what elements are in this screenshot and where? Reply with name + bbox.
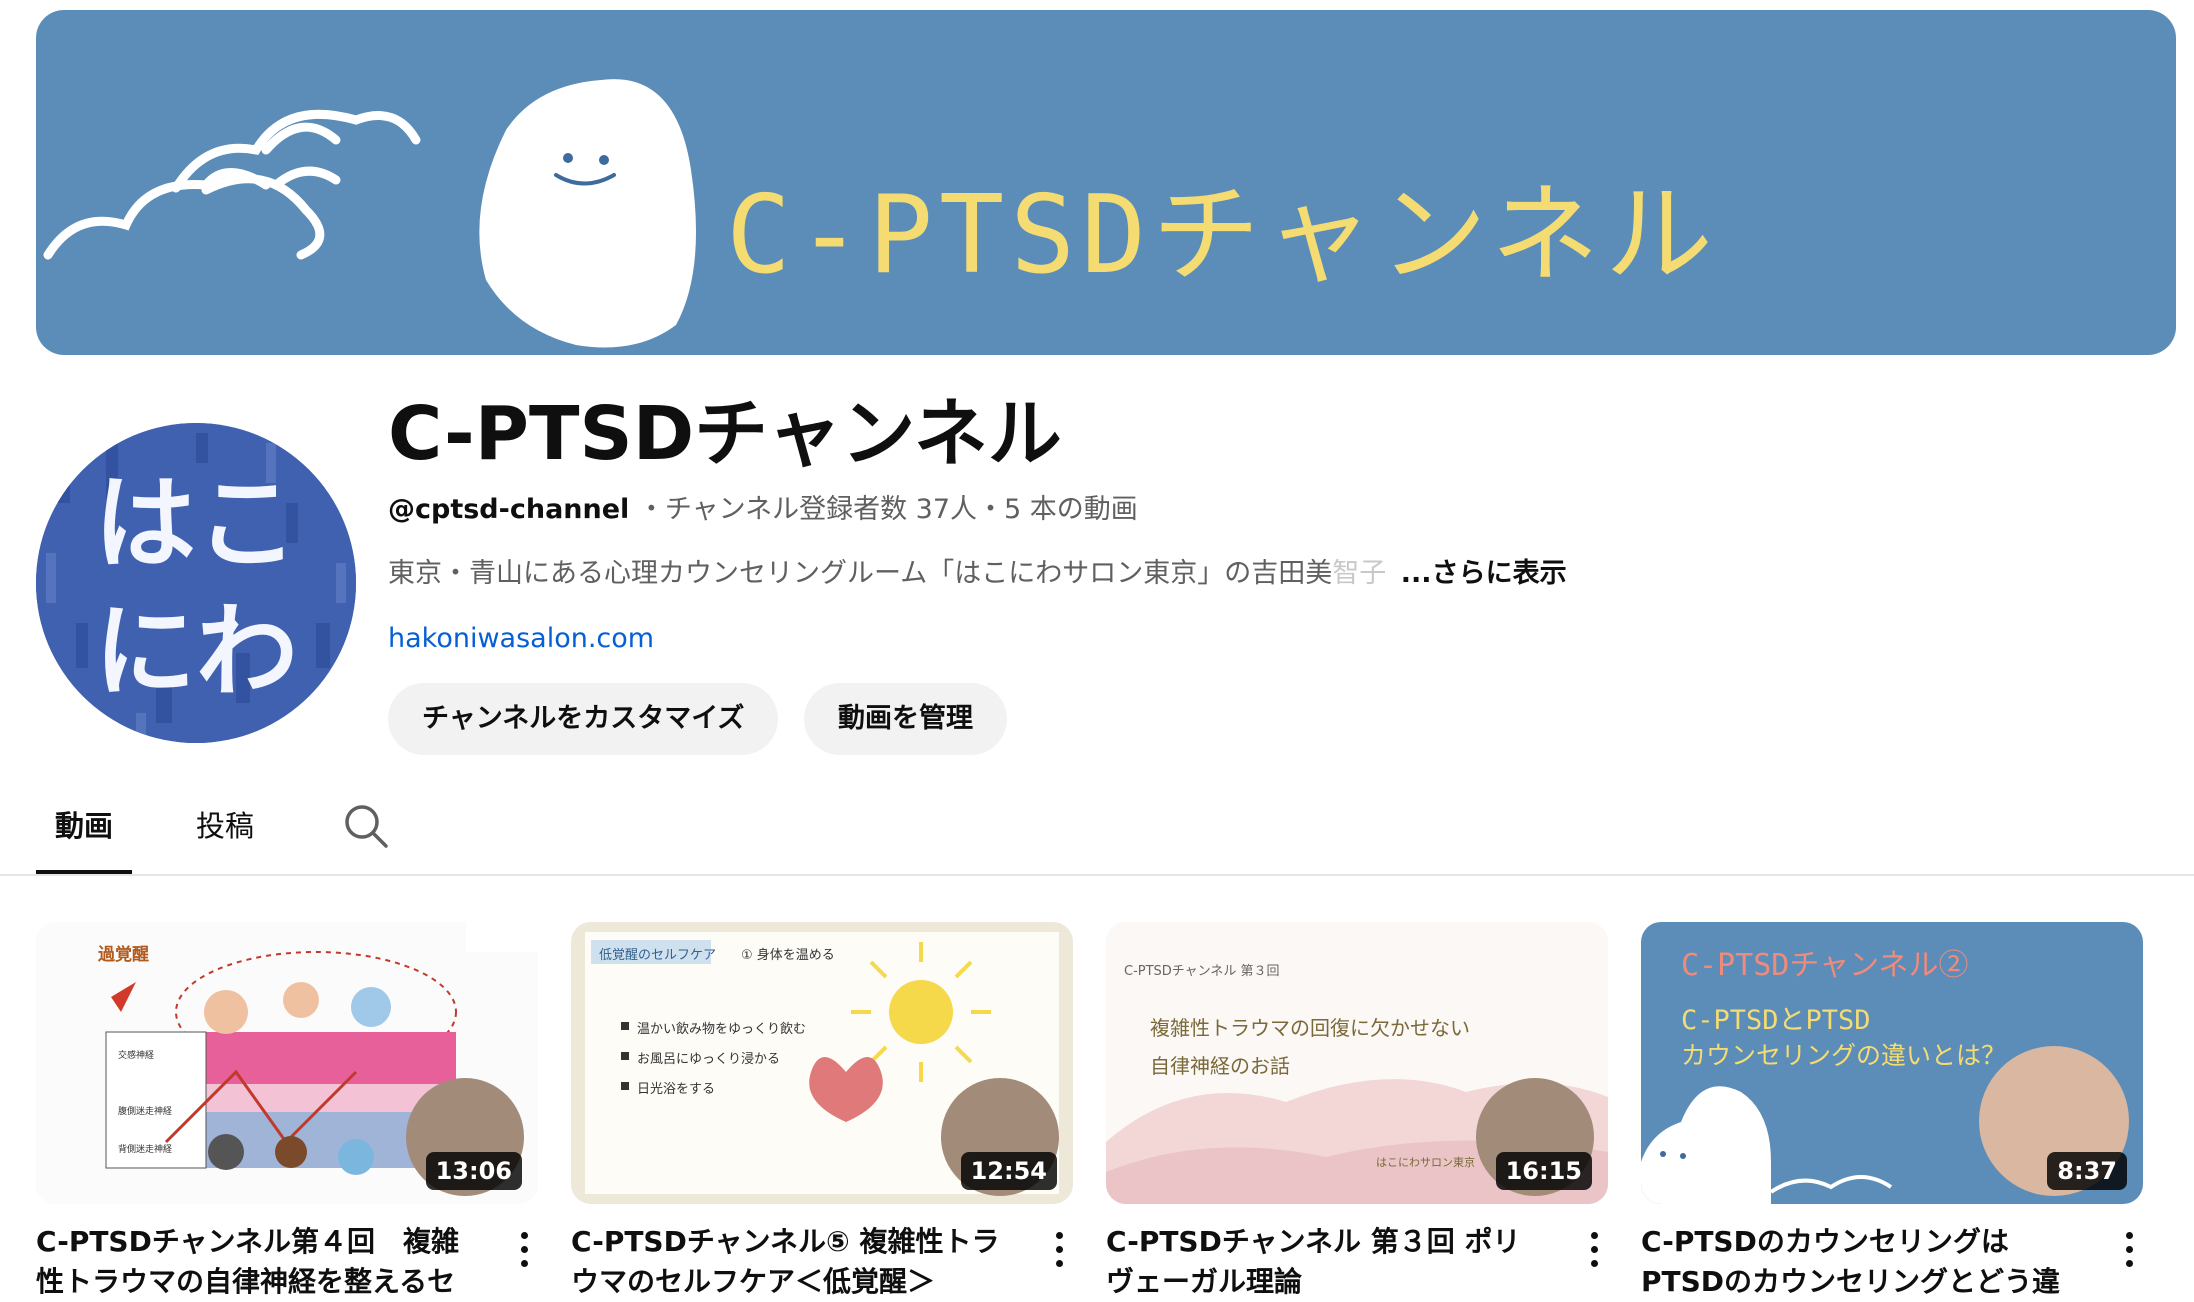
video-card[interactable]: 過覚醒 交感神経 腹側迷走神経 背側迷走神経 13:06 C-PTSDチャンネル… <box>36 922 538 1298</box>
video-duration: 12:54 <box>960 1152 1057 1190</box>
thumb-text: 腹側迷走神経 <box>118 1107 173 1117</box>
channel-name: C-PTSDチャンネル <box>388 391 1062 477</box>
thumb-text: 交感神経 <box>118 1051 155 1061</box>
banner-title: C-PTSDチャンネル <box>726 173 1719 298</box>
manage-videos-button[interactable]: 動画を管理 <box>804 683 1007 755</box>
thumb-text: 自律神経のお話 <box>1150 1054 1290 1078</box>
tab-videos[interactable]: 動画 <box>36 790 132 874</box>
thumb-text: C-PTSDとPTSD <box>1681 1005 1871 1036</box>
video-title[interactable]: C-PTSDチャンネル 第３回 ポリヴェーガル理論 <box>1106 1222 1546 1302</box>
video-duration: 16:15 <box>1495 1152 1592 1190</box>
video-card[interactable]: C-PTSDチャンネル② C-PTSDとPTSD カウンセリングの違いとは？ 8… <box>1641 922 2143 1298</box>
thumb-text: 低覚醒のセルフケア <box>599 948 717 963</box>
tabs-divider <box>0 874 2194 876</box>
customize-channel-button[interactable]: チャンネルをカスタマイズ <box>388 683 779 755</box>
thumb-text: 日光浴をする <box>637 1082 716 1097</box>
tab-posts[interactable]: 投稿 <box>196 790 254 874</box>
channel-link[interactable]: hakoniwasalon.com <box>388 621 654 657</box>
thumb-text: 温かい飲み物をゆっくり飲む <box>637 1022 807 1037</box>
thumb-text: ① 身体を温める <box>741 948 835 963</box>
avatar-line-1: はこ <box>94 465 298 584</box>
video-card[interactable]: 低覚醒のセルフケア ① 身体を温める 温かい飲み物をゆっくり飲む お風呂にゆっく… <box>571 922 1073 1298</box>
more-options-icon[interactable] <box>2115 1228 2143 1272</box>
show-more-link[interactable]: ...さらに表示 <box>1401 558 1567 589</box>
description-text: 東京・青山にある心理カウンセリングルーム「はこにわサロン東京」の吉田美 <box>388 558 1333 589</box>
more-options-icon[interactable] <box>1580 1228 1608 1272</box>
thumb-text: 背側迷走神経 <box>118 1145 173 1155</box>
video-title[interactable]: C-PTSDチャンネル第４回 複雑性トラウマの自律神経を整えるセル… <box>36 1222 476 1302</box>
video-duration: 8:37 <box>2047 1152 2127 1190</box>
video-thumbnail[interactable]: 低覚醒のセルフケア ① 身体を温める 温かい飲み物をゆっくり飲む お風呂にゆっく… <box>571 922 1073 1204</box>
avatar-text: はこ にわ <box>36 461 356 717</box>
channel-meta: @cptsd-channel ・チャンネル登録者数 37人・5 本の動画 <box>388 492 1138 528</box>
thumb-text: 複雑性トラウマの回復に欠かせない <box>1150 1016 1470 1040</box>
channel-avatar[interactable]: はこ にわ <box>36 423 356 743</box>
thumb-text: お風呂にゆっくり浸かる <box>637 1052 781 1067</box>
video-thumbnail[interactable]: 過覚醒 交感神経 腹側迷走神経 背側迷走神経 13:06 <box>36 922 538 1204</box>
tab-videos-label: 動画 <box>54 809 113 843</box>
thumb-text: C-PTSDチャンネル② <box>1681 948 1969 983</box>
video-card[interactable]: C-PTSDチャンネル 第３回 複雑性トラウマの回復に欠かせない 自律神経のお話… <box>1106 922 1608 1298</box>
channel-description[interactable]: 東京・青山にある心理カウンセリングルーム「はこにわサロン東京」の吉田美智子 ..… <box>388 556 1567 592</box>
video-thumbnail[interactable]: C-PTSDチャンネル 第３回 複雑性トラウマの回復に欠かせない 自律神経のお話… <box>1106 922 1608 1204</box>
more-options-icon[interactable] <box>1045 1228 1073 1272</box>
video-duration: 13:06 <box>425 1152 522 1190</box>
video-title[interactable]: C-PTSDのカウンセリングはPTSDのカウンセリングとどう違うの？ <box>1641 1222 2081 1302</box>
thumb-text: 過覚醒 <box>98 945 149 965</box>
thumb-text: カウンセリングの違いとは？ <box>1681 1041 2007 1070</box>
avatar-line-2: にわ <box>94 593 298 712</box>
more-options-icon[interactable] <box>510 1228 538 1272</box>
video-thumbnail[interactable]: C-PTSDチャンネル② C-PTSDとPTSD カウンセリングの違いとは？ 8… <box>1641 922 2143 1204</box>
thumb-text: はこにわサロン東京 <box>1376 1156 1475 1169</box>
video-title[interactable]: C-PTSDチャンネル⑤ 複雑性トラウマのセルフケア＜低覚醒＞ <box>571 1222 1011 1302</box>
channel-stats: ・チャンネル登録者数 37人・5 本の動画 <box>637 494 1138 525</box>
search-icon[interactable] <box>342 802 390 850</box>
thumb-text: C-PTSDチャンネル 第３回 <box>1124 964 1280 979</box>
channel-banner: C-PTSDチャンネル <box>36 10 2176 355</box>
channel-handle: @cptsd-channel <box>388 494 630 525</box>
description-fade: 智子 <box>1332 558 1387 589</box>
